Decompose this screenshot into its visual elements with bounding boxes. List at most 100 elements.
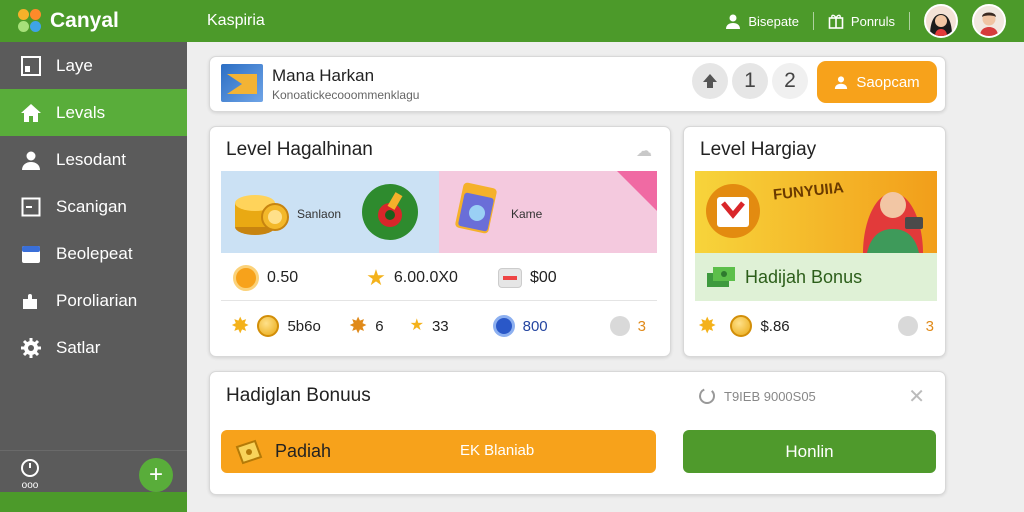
- reward-item[interactable]: 800: [492, 315, 548, 337]
- divider: [909, 12, 910, 30]
- tile-sanlaon[interactable]: Sanlaon: [221, 171, 439, 253]
- settings-icon: [20, 337, 42, 359]
- honlin-button[interactable]: Honlin: [683, 430, 936, 473]
- folder-thumbnail-icon: [221, 64, 263, 102]
- promo-banner[interactable]: FUNYUIIA: [695, 171, 937, 253]
- user-icon: [20, 149, 42, 171]
- harian-card-title: Level Hargiay: [700, 139, 817, 160]
- target-icon: [362, 184, 418, 240]
- add-button[interactable]: +: [139, 457, 173, 492]
- woman-hijab-icon: [863, 192, 923, 253]
- stat-points: ★ 6.00.0X0: [366, 264, 458, 290]
- layout-icon: [20, 55, 42, 77]
- coin-icon: [730, 315, 753, 337]
- stat-price-value: $00: [529, 268, 557, 286]
- up-arrow-button[interactable]: [692, 63, 728, 99]
- sidebar: Laye Levals Lesodant Scanigan Beolepeat …: [0, 42, 187, 512]
- stat-balance: 0.50: [233, 264, 299, 291]
- sidebar-bottom-strip: [0, 492, 187, 512]
- sidebar-item-label: Beolepeat: [56, 243, 133, 263]
- page-1-button[interactable]: 1: [732, 63, 768, 99]
- sidebar-item-satlar[interactable]: Satlar: [0, 324, 187, 371]
- ticket-icon: [235, 439, 263, 464]
- reward-item-value: 3: [925, 317, 934, 335]
- reward-item-value: 5b6o: [287, 317, 321, 335]
- bonus-code[interactable]: T9IEB 9000S05: [698, 387, 816, 405]
- sidebar-item-label: Lesodant: [56, 149, 126, 169]
- harian-icon-row: ✸ $.86 3: [698, 301, 934, 351]
- star-icon: ★: [409, 317, 424, 334]
- sidebar-item-scanigan[interactable]: Scanigan: [0, 183, 187, 230]
- tile-sanlaon-label: Sanlaon: [297, 207, 342, 221]
- level-card-title: Level Hagalhinan: [226, 139, 373, 160]
- stat-balance-value: 0.50: [267, 268, 299, 286]
- sparkle-icon: ✸: [698, 313, 717, 338]
- sidebar-item-laye[interactable]: Laye: [0, 42, 187, 89]
- page-2-button[interactable]: 2: [772, 63, 808, 99]
- sidebar-item-label: Levals: [56, 102, 106, 122]
- page-subtitle: Konoatickecooommenklagu: [272, 88, 420, 102]
- stat-points-value: 6.00.0X0: [393, 268, 458, 286]
- topbar-item-1[interactable]: Bisepate: [725, 13, 799, 29]
- sidebar-item-levals[interactable]: Levals: [0, 89, 187, 136]
- sidebar-item-label: Poroliarian: [56, 290, 138, 310]
- brand-name: Canyal: [50, 9, 119, 32]
- user-icon: [726, 14, 741, 29]
- money-stack-icon: [707, 267, 735, 287]
- reward-item[interactable]: 3: [897, 316, 934, 336]
- reward-item[interactable]: 3: [609, 316, 646, 336]
- sparkle-icon: ✸: [348, 313, 368, 338]
- avatar-user[interactable]: [972, 4, 1006, 38]
- padiah-mid-text: EK Blaniab: [460, 442, 535, 459]
- sidebar-item-lesodant[interactable]: Lesodant: [0, 136, 187, 183]
- up-arrow-icon: [703, 74, 717, 88]
- save-button-label: Saopcam: [856, 73, 920, 91]
- gift-icon: [828, 14, 844, 29]
- level-stats-row: 0.50 ★ 6.00.0X0 $00: [221, 255, 657, 301]
- level-card: Level Hagalhinan ☁ Sanlaon Kame 0.50 ★ 6…: [209, 126, 671, 357]
- close-icon[interactable]: ✕: [908, 384, 925, 409]
- app-title: Kaspiria: [207, 12, 265, 29]
- reward-item-value: 6: [375, 317, 384, 335]
- sidebar-item-beolepeat[interactable]: Beolepeat: [0, 230, 187, 277]
- tile-kame[interactable]: Kame: [439, 171, 657, 253]
- hadijah-bonus-label: Hadijah Bonus: [745, 266, 863, 287]
- cloud-icon[interactable]: ☁: [636, 141, 652, 161]
- user-icon: [835, 76, 848, 89]
- puzzle-icon: [20, 290, 42, 312]
- stat-price: $00: [497, 267, 557, 288]
- hadijah-bonus-row[interactable]: Hadijah Bonus: [695, 253, 937, 301]
- timer-icon[interactable]: [20, 458, 40, 478]
- card-icon: [497, 267, 522, 288]
- save-button[interactable]: Saopcam: [817, 61, 937, 103]
- sidebar-item-label: Satlar: [56, 337, 101, 357]
- reward-item[interactable]: ✸ 5b6o: [231, 315, 321, 337]
- calendar-icon: [20, 243, 42, 265]
- level-icon-row: ✸ 5b6o ✸ 6 ★ 33 800 3: [221, 301, 657, 351]
- reward-item[interactable]: ✸ 6: [349, 315, 384, 337]
- clover-logo-icon: [18, 9, 42, 33]
- sparkle-icon: ✸: [231, 313, 250, 338]
- coin-icon: [233, 264, 259, 291]
- coin-icon: [257, 315, 280, 337]
- avatar-hijab[interactable]: [924, 4, 958, 38]
- gift-box-icon: [706, 184, 760, 238]
- token-icon: [897, 316, 918, 336]
- brand[interactable]: Canyal: [0, 9, 187, 33]
- topbar-item-2[interactable]: Ponruls: [828, 13, 895, 29]
- padiah-bar[interactable]: Padiah EK Blaniab: [221, 430, 656, 473]
- reward-item[interactable]: ✸ $.86: [698, 315, 790, 337]
- corner-ribbon-icon: [617, 171, 657, 211]
- bonus-card: Hadiglan Bonuus T9IEB 9000S05 ✕ Padiah E…: [209, 371, 946, 495]
- sidebar-footer: ooo +: [0, 450, 187, 498]
- topbar-item-1-label: Bisepate: [748, 13, 799, 29]
- promo-text: FUNYUIIA: [772, 179, 845, 204]
- sidebar-footer-text: ooo: [21, 480, 39, 491]
- sidebar-item-poroliarian[interactable]: Poroliarian: [0, 277, 187, 324]
- star-icon: ★: [366, 264, 386, 290]
- reward-item[interactable]: ★ 33: [410, 318, 449, 335]
- bonus-card-title: Hadiglan Bonuus: [226, 385, 371, 406]
- topbar-item-2-label: Ponruls: [850, 13, 895, 29]
- padiah-label: Padiah: [275, 441, 332, 461]
- sidebar-item-label: Laye: [56, 55, 93, 75]
